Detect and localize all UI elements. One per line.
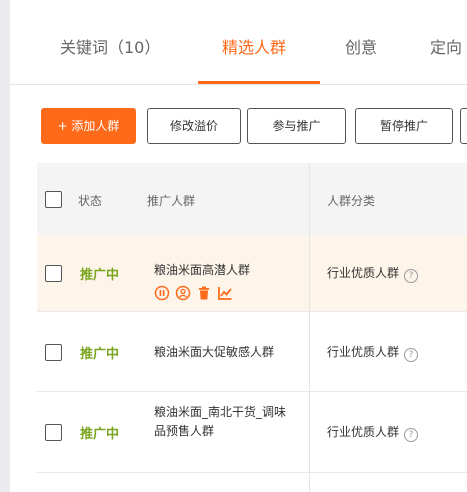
tab-bar: 关键词（10） 精选人群 创意 定向: [10, 0, 467, 85]
help-icon[interactable]: ?: [404, 428, 419, 442]
crowd-name: 粮油米面大促敏感人群: [154, 345, 275, 359]
select-all-checkbox[interactable]: [45, 191, 62, 208]
column-divider: [309, 163, 310, 492]
help-icon[interactable]: ?: [404, 269, 419, 283]
pause-icon[interactable]: [154, 285, 170, 301]
active-tab-indicator: [198, 81, 320, 84]
header-category: 人群分类: [327, 194, 376, 208]
crowd-name: 粮油米面_南北干货_调味品预售人群: [154, 405, 287, 438]
crowd-category: 行业优质人群?: [327, 423, 419, 442]
crowd-name: 粮油米面高潜人群: [154, 263, 251, 277]
person-icon[interactable]: [175, 285, 191, 301]
tab-keywords[interactable]: 关键词（10）: [60, 34, 160, 58]
crowd-table: 状态 推广人群 人群分类 推广中 粮油米面高潜人群 行业优质人群 ? 推广中 粮…: [37, 163, 467, 492]
help-icon[interactable]: ?: [404, 348, 419, 362]
trash-icon[interactable]: [196, 285, 212, 301]
row-checkbox[interactable]: [45, 265, 62, 282]
status-badge: 推广中: [80, 427, 120, 442]
crowd-category: 行业优质人群?: [327, 343, 419, 362]
header-status: 状态: [78, 194, 103, 208]
status-badge: 推广中: [80, 347, 120, 362]
row-checkbox[interactable]: [45, 424, 62, 441]
tab-targeting[interactable]: 定向: [430, 34, 462, 58]
crowd-panel: 关键词（10） 精选人群 创意 定向 + 添加人群 修改溢价 参与推广 暂停推广…: [10, 0, 467, 492]
status-badge: 推广中: [80, 268, 120, 283]
table-row[interactable]: 推广中 粮油米面高潜人群 行业优质人群 ?: [37, 235, 467, 312]
join-promotion-button[interactable]: 参与推广: [247, 108, 346, 144]
table-header: 状态 推广人群 人群分类: [37, 163, 467, 235]
crowd-category: 行业优质人群?: [327, 264, 419, 283]
header-crowd: 推广人群: [147, 194, 196, 208]
more-toolbar-button[interactable]: [460, 108, 467, 144]
add-crowd-button[interactable]: + 添加人群: [41, 108, 136, 144]
table-row[interactable]: 推广中 粮油米面大促敏感人群 行业优质人群?: [37, 312, 467, 392]
tab-selected-crowd[interactable]: 精选人群: [222, 34, 286, 58]
modify-premium-button[interactable]: 修改溢价: [147, 108, 241, 144]
tab-creative[interactable]: 创意: [345, 34, 377, 58]
row-checkbox[interactable]: [45, 344, 62, 361]
pause-promotion-button[interactable]: 暂停推广: [355, 108, 453, 144]
trend-chart-icon[interactable]: [217, 285, 233, 301]
table-row[interactable]: 推广中 粮油米面_南北干货_调味品预售人群 行业优质人群?: [37, 392, 467, 473]
